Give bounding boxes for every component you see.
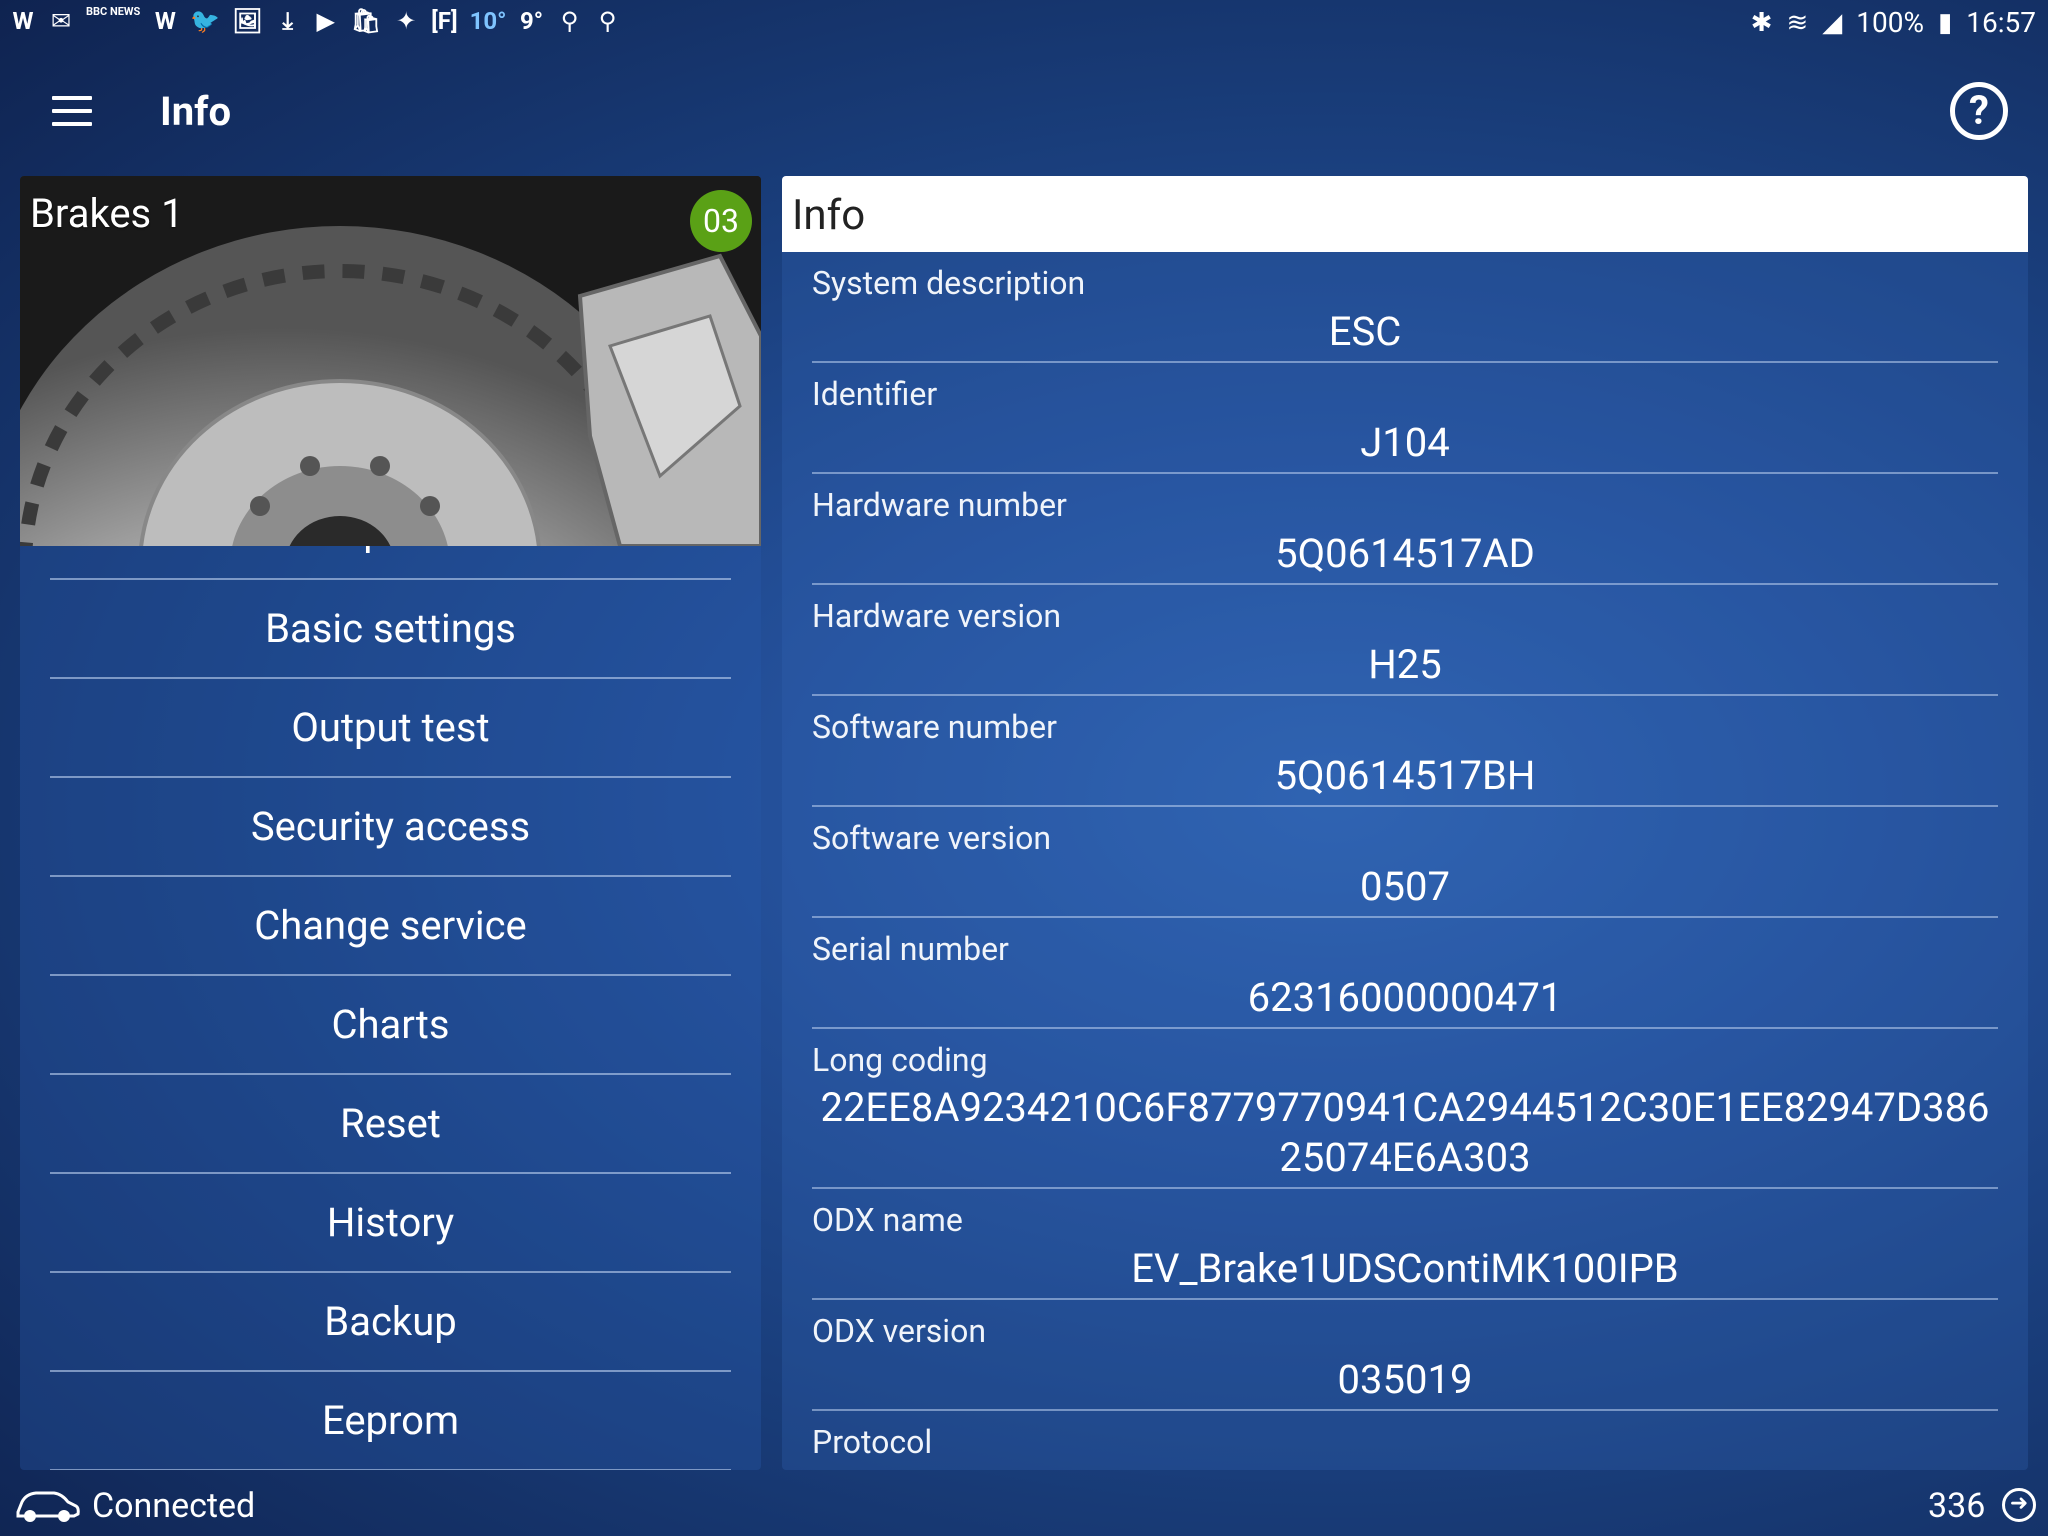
field-value: ESC: [1328, 308, 1402, 355]
file-icon: [F]: [431, 7, 458, 35]
exit-icon[interactable]: ➜: [2002, 1488, 2036, 1522]
temperature-2: 9°: [519, 7, 544, 35]
menu-item-output-test[interactable]: Output test: [50, 679, 731, 778]
car-connection-icon: [16, 1491, 80, 1522]
hamburger-menu-icon[interactable]: [52, 96, 92, 126]
menu-item-charts[interactable]: Charts: [50, 976, 731, 1075]
field-label: Identifier: [812, 375, 938, 413]
field-label: Software version: [812, 819, 1052, 857]
field-label: ODX version: [812, 1312, 986, 1350]
menu-item-basic-settings[interactable]: Basic settings: [50, 580, 731, 679]
field-value: J104: [1360, 419, 1450, 466]
field-odx-name: ODX name EV_Brake1UDSContiMK100IPB: [812, 1189, 1998, 1300]
shopping-bag-icon: 🛍: [350, 7, 382, 35]
field-value: 5Q0614517BH: [1274, 752, 1536, 799]
menu-item-reset[interactable]: Reset: [50, 1075, 731, 1174]
page-title: Info: [160, 88, 232, 135]
menu-item-adaptation[interactable]: Adaptation: [50, 546, 731, 580]
module-menu-panel: Brakes 1 03 Adaptation Basic settings Ou…: [20, 176, 761, 1470]
bbc-news-icon: BBC NEWS: [86, 5, 141, 18]
field-value: 0507: [1360, 863, 1450, 910]
field-hardware-number: Hardware number 5Q0614517AD: [812, 474, 1998, 585]
youtube-icon: ▶: [316, 7, 335, 35]
info-panel: Info System description ESC Identifier J…: [782, 176, 2028, 1470]
help-icon[interactable]: ?: [1950, 82, 2008, 140]
signal-icon: ◢: [1822, 7, 1843, 38]
field-label: Software number: [812, 708, 1057, 746]
function-menu: Adaptation Basic settings Output test Se…: [20, 546, 761, 1470]
field-software-number: Software number 5Q0614517BH: [812, 696, 1998, 807]
twitter-icon: 🐦: [190, 7, 221, 35]
field-protocol: Protocol: [812, 1411, 1998, 1470]
field-value: 22EE8A9234210C6F8779770941CA2944512C30E1…: [820, 1084, 1990, 1181]
info-fields[interactable]: System description ESC Identifier J104 H…: [812, 252, 1998, 1470]
battery-icon: ▮: [1937, 7, 1953, 38]
menu-item-security-access[interactable]: Security access: [50, 778, 731, 877]
app-bar: Info ?: [0, 60, 2048, 170]
maps-icon: ⚲: [560, 7, 579, 35]
connection-status: Connected: [92, 1486, 256, 1526]
gallery-icon: 🖼: [232, 7, 263, 35]
system-indicators: ✱ ≋ ◢ 100% ▮ 16:57: [1751, 6, 2036, 39]
module-address-badge: 03: [690, 190, 752, 252]
field-value: H25: [1368, 641, 1442, 688]
maps-icon-2: ⚲: [598, 7, 617, 35]
field-software-version: Software version 0507: [812, 807, 1998, 918]
field-label: Long coding: [812, 1041, 988, 1079]
menu-item-eeprom[interactable]: Eeprom: [50, 1372, 731, 1470]
menu-item-history[interactable]: History: [50, 1174, 731, 1273]
field-value: EV_Brake1UDSContiMK100IPB: [1131, 1245, 1679, 1292]
field-serial-number: Serial number 62316000000471: [812, 918, 1998, 1029]
battery-percent: 100%: [1856, 6, 1924, 39]
bottom-status-bar: Connected 336 ➜: [0, 1478, 2048, 1536]
field-odx-version: ODX version 035019: [812, 1300, 1998, 1411]
module-hero-image: Brakes 1 03: [20, 176, 761, 546]
field-value: 035019: [1337, 1356, 1473, 1403]
menu-item-change-service[interactable]: Change service: [50, 877, 731, 976]
field-value: 5Q0614517AD: [1275, 530, 1535, 577]
notification-icons: W ✉ BBC NEWS W 🐦 🖼 ⤓ ▶ 🛍 ✦ [F] 10° 9° ⚲ …: [10, 6, 621, 36]
menu-item-backup[interactable]: Backup: [50, 1273, 731, 1372]
field-identifier: Identifier J104: [812, 363, 1998, 474]
wikipedia-icon-2: W: [154, 7, 176, 35]
field-hardware-version: Hardware version H25: [812, 585, 1998, 696]
status-bar: W ✉ BBC NEWS W 🐦 🖼 ⤓ ▶ 🛍 ✦ [F] 10° 9° ⚲ …: [0, 0, 2048, 46]
sparkle-icon: ✦: [396, 7, 417, 35]
module-title: Brakes 1: [30, 190, 184, 237]
field-value: 62316000000471: [1247, 974, 1563, 1021]
info-header: Info: [782, 176, 2028, 252]
clock: 16:57: [1966, 6, 2036, 39]
wifi-icon: ≋: [1786, 7, 1809, 38]
bluetooth-icon: ✱: [1750, 7, 1773, 38]
field-label: ODX name: [812, 1201, 963, 1239]
field-label: Hardware number: [812, 486, 1067, 524]
field-label: Hardware version: [812, 597, 1062, 635]
field-long-coding: Long coding 22EE8A9234210C6F8779770941CA…: [812, 1029, 1998, 1189]
field-label: Serial number: [812, 930, 1009, 968]
counter-value: 336: [1928, 1486, 1986, 1526]
field-system-description: System description ESC: [812, 252, 1998, 363]
mail-icon: ✉: [50, 7, 72, 35]
field-label: Protocol: [812, 1423, 933, 1461]
temperature-1: 10°: [469, 7, 507, 35]
field-label: System description: [812, 264, 1086, 302]
wikipedia-icon: W: [12, 7, 34, 35]
download-icon: ⤓: [282, 7, 293, 35]
